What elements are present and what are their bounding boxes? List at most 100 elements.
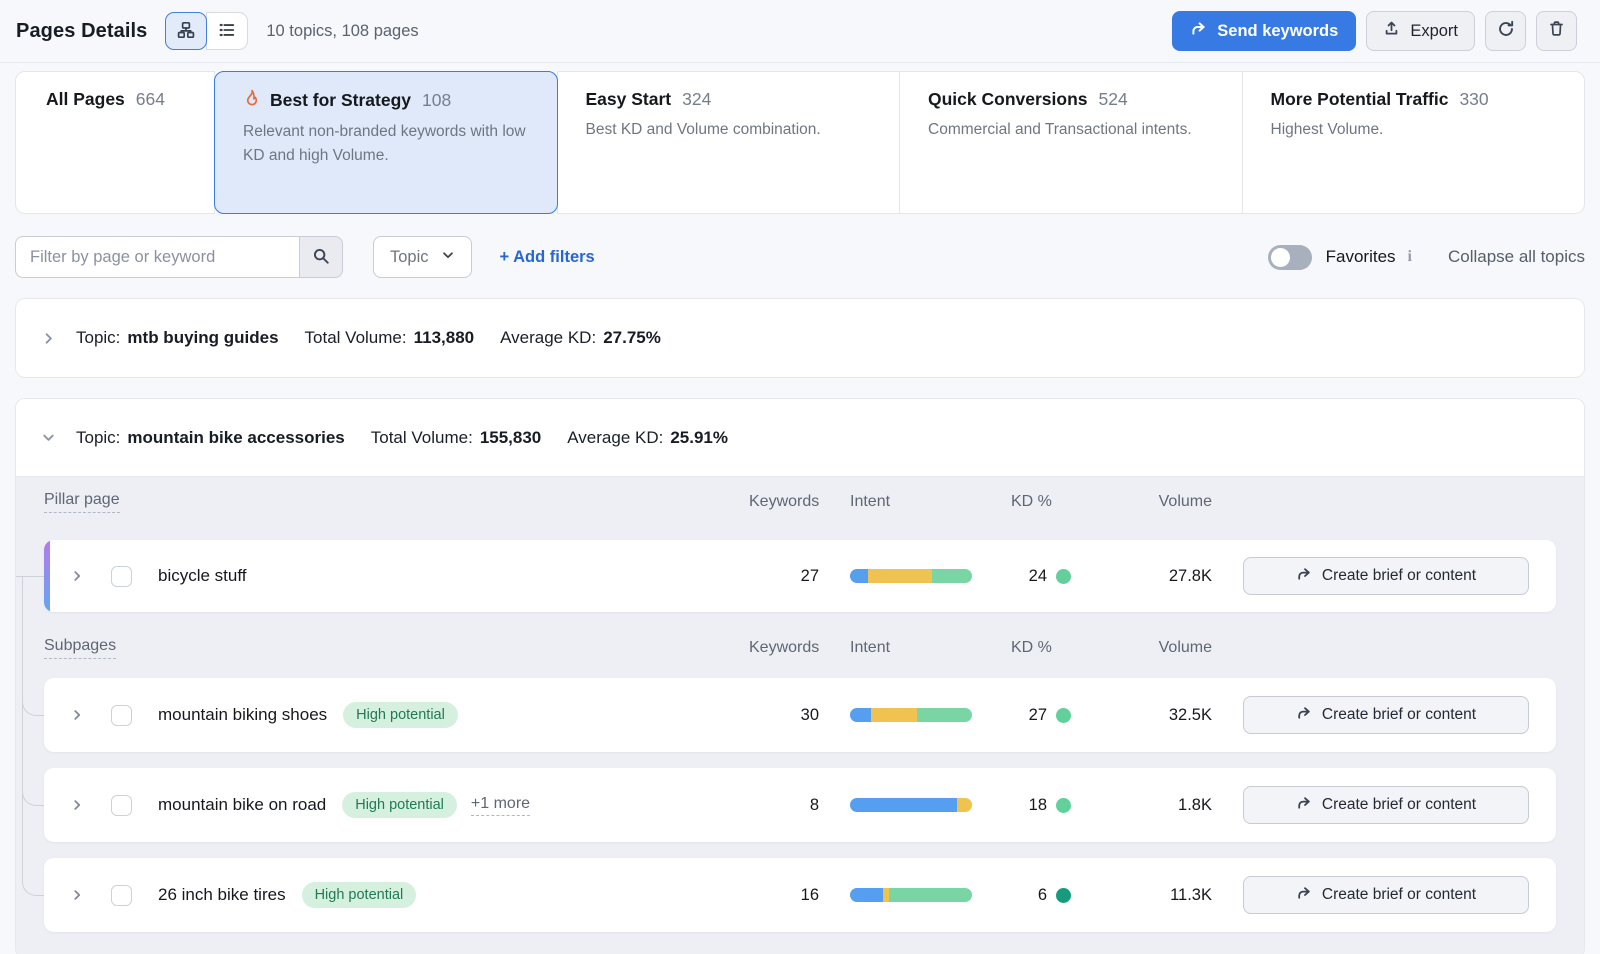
topic-name: mountain bike accessories — [127, 428, 344, 448]
intent-bar — [850, 569, 972, 583]
row-checkbox[interactable] — [111, 705, 132, 726]
kd-value: 6 — [1038, 886, 1047, 905]
tab-quick-conversions[interactable]: Quick Conversions 524 Commercial and Tra… — [899, 71, 1243, 214]
send-arrow-icon — [1190, 20, 1207, 42]
send-keywords-button[interactable]: Send keywords — [1172, 11, 1356, 51]
intent-column-header: Intent — [850, 639, 980, 657]
create-brief-button[interactable]: Create brief or content — [1243, 557, 1529, 595]
page-name: mountain bike on road — [158, 795, 326, 815]
topbar: Pages Details — [0, 0, 1600, 63]
pages-details-screen: Pages Details — [0, 0, 1600, 954]
page-name: 26 inch bike tires — [158, 885, 286, 905]
create-brief-button[interactable]: Create brief or content — [1243, 696, 1529, 734]
tab-label: Easy Start — [586, 89, 672, 110]
tab-description: Relevant non-branded keywords with low K… — [243, 120, 528, 168]
row-checkbox[interactable] — [111, 566, 132, 587]
send-arrow-icon — [1296, 885, 1312, 906]
search-icon — [312, 247, 330, 268]
topic-dropdown-label: Topic — [390, 248, 429, 267]
expand-row-button[interactable] — [70, 708, 84, 722]
topbar-actions: Send keywords Export — [1172, 11, 1577, 51]
intent-bar — [850, 708, 972, 722]
search-button[interactable] — [299, 236, 343, 278]
kd-dot — [1056, 569, 1071, 584]
tab-count: 330 — [1459, 89, 1488, 110]
export-label: Export — [1410, 22, 1458, 41]
row-checkbox[interactable] — [111, 885, 132, 906]
topic-filter-dropdown[interactable]: Topic — [373, 236, 472, 278]
kd-column-header: KD % — [1011, 493, 1071, 511]
page-name: bicycle stuff — [158, 566, 247, 586]
tab-count: 664 — [136, 89, 165, 110]
filter-input-group — [15, 236, 343, 278]
average-kd-label: Average KD: — [500, 328, 596, 348]
chevron-down-icon — [441, 248, 455, 267]
topic-prefix: Topic: — [76, 428, 120, 448]
flame-icon — [243, 89, 261, 112]
topic-card-mountain-bike-accessories: Topic: mountain bike accessories Total V… — [15, 398, 1585, 954]
kd-dot — [1056, 708, 1071, 723]
send-keywords-label: Send keywords — [1217, 22, 1338, 41]
subpage-row-26-inch-bike-tires: 26 inch bike tires High potential 16 6 1… — [44, 858, 1556, 932]
refresh-icon — [1497, 20, 1515, 43]
create-brief-label: Create brief or content — [1322, 706, 1476, 724]
chevron-down-icon[interactable] — [40, 430, 56, 445]
tab-label: All Pages — [46, 89, 125, 110]
create-brief-label: Create brief or content — [1322, 567, 1476, 585]
high-potential-badge: High potential — [342, 792, 457, 818]
subpage-row-mountain-bike-on-road: mountain bike on road High potential +1 … — [44, 768, 1556, 842]
tab-all-pages[interactable]: All Pages 664 — [15, 71, 215, 214]
topic-row-mtb-buying-guides[interactable]: Topic: mtb buying guides Total Volume: 1… — [15, 298, 1585, 378]
tab-count: 524 — [1099, 89, 1128, 110]
tab-description: Highest Volume. — [1271, 118, 1556, 142]
chevron-right-icon[interactable] — [40, 331, 56, 346]
delete-button[interactable] — [1536, 11, 1577, 51]
tab-easy-start[interactable]: Easy Start 324 Best KD and Volume combin… — [557, 71, 901, 214]
keywords-column-header: Keywords — [749, 493, 819, 511]
filter-input[interactable] — [15, 236, 299, 278]
tab-label: More Potential Traffic — [1271, 89, 1449, 110]
intent-bar — [850, 888, 972, 902]
intent-column-header: Intent — [850, 493, 980, 511]
tab-description: Commercial and Transactional intents. — [928, 118, 1213, 142]
create-brief-button[interactable]: Create brief or content — [1243, 786, 1529, 824]
tab-label: Quick Conversions — [928, 89, 1088, 110]
filter-bar-right: Favorites i Collapse all topics — [1268, 245, 1585, 270]
send-arrow-icon — [1296, 566, 1312, 587]
total-volume-value: 113,880 — [414, 328, 475, 348]
more-badges-link[interactable]: +1 more — [471, 795, 530, 816]
page-title: Pages Details — [16, 20, 147, 43]
average-kd-value: 27.75% — [603, 328, 661, 348]
row-checkbox[interactable] — [111, 795, 132, 816]
expand-row-button[interactable] — [70, 569, 84, 583]
kd-value: 18 — [1029, 796, 1047, 815]
kd-column-header: KD % — [1011, 639, 1071, 657]
pillar-columns-header: Pillar page Keywords Intent KD % Volume — [44, 477, 1556, 527]
expand-row-button[interactable] — [70, 888, 84, 902]
subpage-row-mountain-biking-shoes: mountain biking shoes High potential 30 … — [44, 678, 1556, 752]
expand-row-button[interactable] — [70, 798, 84, 812]
high-potential-badge: High potential — [343, 702, 458, 728]
volume-value: 27.8K — [1102, 567, 1212, 586]
keywords-value: 16 — [749, 886, 819, 905]
pillar-page-label: Pillar page — [44, 491, 120, 513]
high-potential-badge: High potential — [302, 882, 417, 908]
info-icon[interactable]: i — [1408, 248, 1412, 266]
view-toggle — [165, 12, 248, 50]
tab-more-potential-traffic[interactable]: More Potential Traffic 330 Highest Volum… — [1242, 71, 1586, 214]
add-filters-link[interactable]: + Add filters — [500, 248, 595, 267]
tab-best-for-strategy[interactable]: Best for Strategy 108 Relevant non-brand… — [214, 71, 558, 214]
volume-value: 11.3K — [1102, 886, 1212, 905]
topic-row-mountain-bike-accessories[interactable]: Topic: mountain bike accessories Total V… — [16, 399, 1584, 477]
tree-view-button[interactable] — [165, 12, 207, 50]
toggle-knob — [1271, 248, 1290, 267]
kd-dot — [1056, 798, 1071, 813]
collapse-all-topics-link[interactable]: Collapse all topics — [1448, 247, 1585, 267]
list-view-button[interactable] — [206, 12, 248, 50]
refresh-button[interactable] — [1485, 11, 1526, 51]
export-button[interactable]: Export — [1366, 11, 1475, 51]
create-brief-button[interactable]: Create brief or content — [1243, 876, 1529, 914]
topics-pages-summary: 10 topics, 108 pages — [266, 22, 418, 41]
page-name: mountain biking shoes — [158, 705, 327, 725]
favorites-toggle[interactable] — [1268, 245, 1312, 270]
